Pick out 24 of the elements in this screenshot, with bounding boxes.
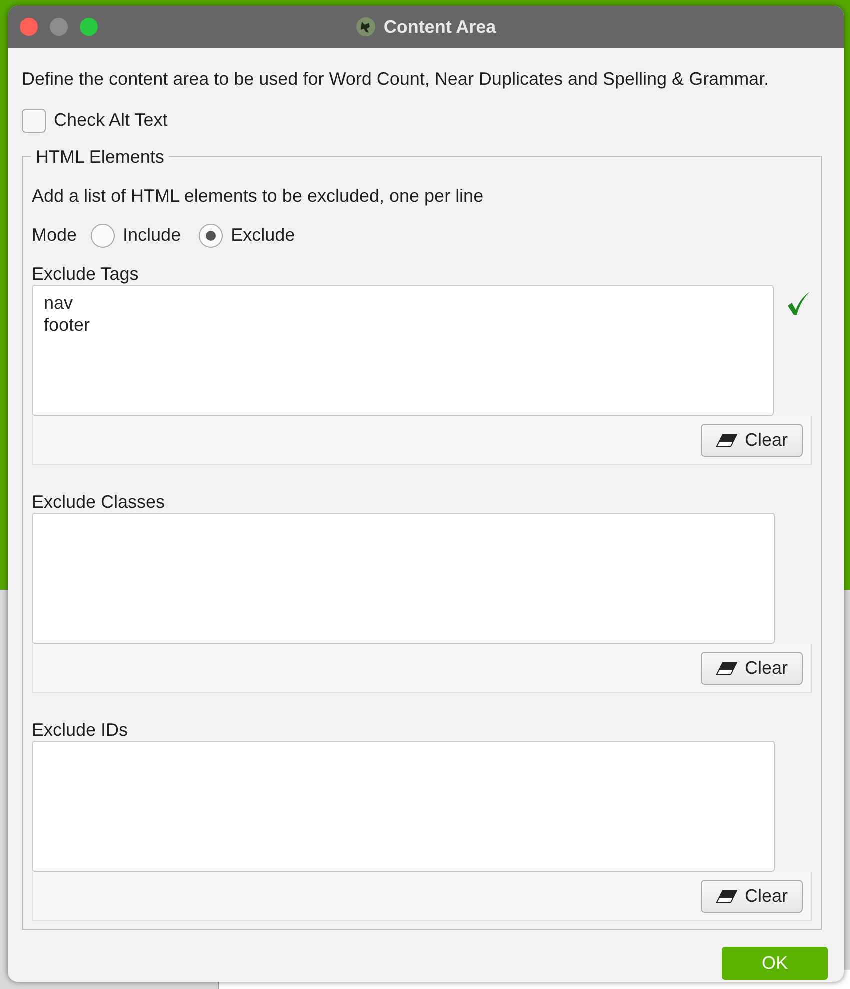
eraser-icon xyxy=(716,434,738,446)
radio-button[interactable] xyxy=(91,224,116,248)
zoom-button[interactable] xyxy=(80,18,98,36)
radio-button[interactable] xyxy=(199,224,224,248)
description-text: Define the content area to be used for Word Count, Near Duplicates and Spelling & Grammar. xyxy=(22,68,770,91)
window-title: Content Area xyxy=(384,16,496,38)
list-label: Exclude Tags xyxy=(32,263,139,285)
mode-label: Mode xyxy=(32,224,78,247)
checkbox[interactable] xyxy=(22,108,46,132)
text-area[interactable]: nav footer xyxy=(32,285,774,416)
checkbox-label: Check Alt Text xyxy=(54,109,168,132)
clear-button[interactable]: Clear xyxy=(700,424,803,456)
eraser-icon xyxy=(716,890,738,902)
list-label: Exclude IDs xyxy=(32,719,128,741)
close-button[interactable] xyxy=(20,18,38,36)
minimize-button[interactable] xyxy=(50,18,68,36)
frog-icon xyxy=(356,17,376,37)
eraser-icon xyxy=(716,662,738,674)
radio-label: Exclude xyxy=(231,224,296,247)
clear-button[interactable]: Clear xyxy=(700,880,803,912)
hint-text: Add a list of HTML elements to be excluded, one per line xyxy=(32,185,485,208)
list-label: Exclude Classes xyxy=(32,491,166,513)
radio-label: Include xyxy=(123,224,182,247)
clear-button[interactable]: Clear xyxy=(700,652,803,684)
